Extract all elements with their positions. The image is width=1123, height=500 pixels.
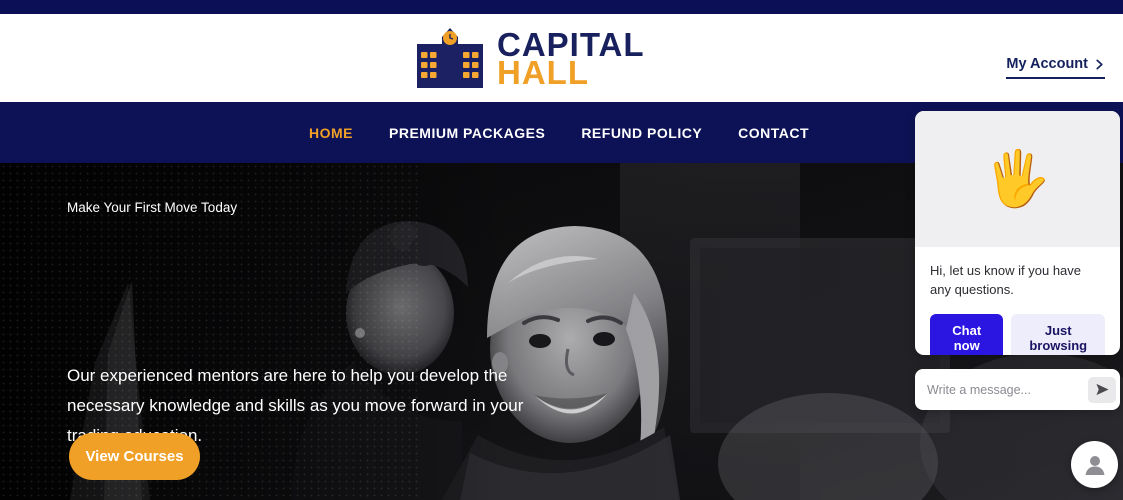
send-icon xyxy=(1095,383,1109,396)
chat-greeting-text: Hi, let us know if you have any question… xyxy=(930,263,1082,297)
chevron-right-icon xyxy=(1096,59,1103,69)
chat-avatar-button[interactable] xyxy=(1071,441,1118,488)
nav-item-list: HOME PREMIUM PACKAGES REFUND POLICY CONT… xyxy=(309,125,809,141)
waving-hand-icon: 🖐 xyxy=(983,149,1052,209)
chat-message-input[interactable] xyxy=(927,382,1088,397)
chat-widget-popup: 🖐 Hi, let us know if you have any questi… xyxy=(915,111,1120,355)
logo-text-hall: HALL xyxy=(497,53,589,91)
chat-widget-banner: 🖐 xyxy=(915,111,1120,247)
logo-wordmark: CAPITAL HALL xyxy=(497,28,645,91)
site-logo[interactable]: CAPITAL HALL xyxy=(413,26,645,92)
chat-widget-body: Hi, let us know if you have any question… xyxy=(915,247,1120,355)
building-icon xyxy=(417,28,483,88)
chat-action-buttons: Chat now Just browsing xyxy=(930,314,1105,355)
person-icon xyxy=(1085,455,1104,475)
page-root: CAPITAL HALL My Account HOME PREMIUM PAC… xyxy=(0,0,1123,500)
top-accent-strip xyxy=(0,0,1123,14)
nav-item-home[interactable]: HOME xyxy=(309,125,353,141)
chat-input-bar xyxy=(915,369,1120,410)
chat-now-button[interactable]: Chat now xyxy=(930,314,1004,355)
my-account-link[interactable]: My Account xyxy=(1006,56,1105,79)
site-header: CAPITAL HALL My Account xyxy=(0,14,1123,102)
hero-eyebrow-text: Make Your First Move Today xyxy=(67,200,238,215)
nav-item-contact[interactable]: CONTACT xyxy=(738,125,809,141)
send-button[interactable] xyxy=(1088,376,1116,403)
view-courses-button[interactable]: View Courses xyxy=(69,433,200,480)
just-browsing-button[interactable]: Just browsing xyxy=(1011,314,1105,355)
nav-item-refund-policy[interactable]: REFUND POLICY xyxy=(581,125,702,141)
my-account-label: My Account xyxy=(1006,56,1088,72)
nav-item-premium-packages[interactable]: PREMIUM PACKAGES xyxy=(389,125,545,141)
